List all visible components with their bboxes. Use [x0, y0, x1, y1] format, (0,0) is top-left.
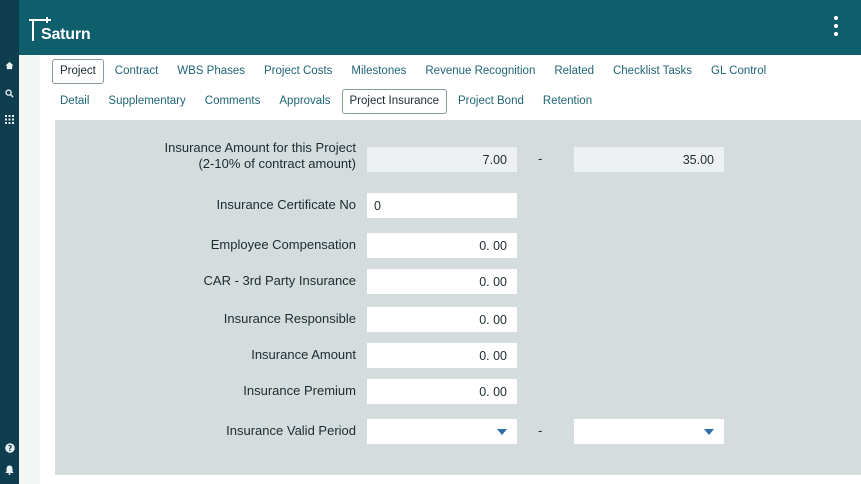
valid-period-to-select[interactable] — [574, 419, 724, 444]
car-3rd-party-label: CAR - 3rd Party Insurance — [203, 273, 356, 288]
tab-retention[interactable]: Retention — [535, 89, 600, 114]
car-3rd-party-row: CAR - 3rd Party Insurance 0. 00 — [55, 269, 861, 294]
insurance-amount-label: Insurance Amount — [251, 347, 356, 362]
insurance-premium-label: Insurance Premium — [243, 383, 356, 398]
tab-milestones[interactable]: Milestones — [343, 59, 414, 84]
insurance-amount-min-field: 7.00 — [367, 147, 517, 172]
tab-checklist-tasks[interactable]: Checklist Tasks — [605, 59, 700, 84]
employee-compensation-row: Employee Compensation 0. 00 — [55, 233, 861, 258]
grid-icon[interactable] — [0, 112, 19, 126]
insurance-amount-range-row: Insurance Amount for this Project (2-10%… — [55, 140, 861, 172]
certificate-no-input[interactable]: 0 — [367, 193, 517, 218]
tab-revenue-recognition[interactable]: Revenue Recognition — [417, 59, 543, 84]
tab-project-insurance[interactable]: Project Insurance — [341, 89, 448, 114]
insurance-responsible-row: Insurance Responsible 0. 00 — [55, 307, 861, 332]
employee-compensation-input[interactable]: 0. 00 — [367, 233, 517, 258]
certificate-no-row: Insurance Certificate No 0 — [55, 193, 861, 218]
tab-detail[interactable]: Detail — [52, 89, 97, 114]
more-menu-icon[interactable] — [831, 16, 841, 36]
app-header: Saturn — [19, 0, 861, 55]
insurance-premium-input[interactable]: 0. 00 — [367, 379, 517, 404]
tab-comments[interactable]: Comments — [197, 89, 269, 114]
app-name: Saturn — [41, 26, 91, 43]
tab-project-costs[interactable]: Project Costs — [256, 59, 340, 84]
chevron-down-icon — [497, 428, 507, 435]
insurance-amount-input[interactable]: 0. 00 — [367, 343, 517, 368]
insurance-amount-range-label: Insurance Amount for this Project (2-10%… — [164, 140, 356, 171]
valid-period-label: Insurance Valid Period — [226, 423, 356, 438]
valid-period-from-select[interactable] — [367, 419, 517, 444]
tab-project[interactable]: Project — [52, 59, 104, 84]
bell-icon[interactable] — [0, 463, 19, 477]
insurance-amount-max-field: 35.00 — [574, 147, 724, 172]
tab-supplementary[interactable]: Supplementary — [100, 89, 193, 114]
tab-contract[interactable]: Contract — [107, 59, 166, 84]
svg-text:?: ? — [7, 444, 11, 453]
period-separator: - — [538, 423, 543, 438]
insurance-amount-row: Insurance Amount 0. 00 — [55, 343, 861, 368]
employee-compensation-label: Employee Compensation — [210, 237, 356, 252]
search-icon[interactable] — [0, 86, 19, 100]
certificate-no-label: Insurance Certificate No — [216, 197, 356, 212]
car-3rd-party-input[interactable]: 0. 00 — [367, 269, 517, 294]
insurance-form: Insurance Amount for this Project (2-10%… — [55, 120, 861, 475]
tab-project-bond[interactable]: Project Bond — [450, 89, 532, 114]
main-panel: Project Contract WBS Phases Project Cost… — [40, 55, 861, 484]
saturn-logo[interactable]: Saturn — [29, 13, 91, 43]
tab-related[interactable]: Related — [546, 59, 602, 84]
home-icon[interactable] — [0, 58, 19, 72]
tab-wbs-phases[interactable]: WBS Phases — [169, 59, 253, 84]
secondary-tabs: Detail Supplementary Comments Approvals … — [52, 89, 603, 114]
chevron-down-icon — [704, 428, 714, 435]
insurance-premium-row: Insurance Premium 0. 00 — [55, 379, 861, 404]
help-icon[interactable]: ? — [0, 441, 19, 455]
tab-approvals[interactable]: Approvals — [271, 89, 338, 114]
range-separator: - — [538, 151, 543, 166]
primary-tabs: Project Contract WBS Phases Project Cost… — [52, 59, 777, 84]
tab-gl-control[interactable]: GL Control — [703, 59, 774, 84]
insurance-responsible-label: Insurance Responsible — [223, 311, 356, 326]
side-rail: ? — [0, 0, 19, 484]
valid-period-row: Insurance Valid Period - — [55, 419, 861, 444]
insurance-responsible-input[interactable]: 0. 00 — [367, 307, 517, 332]
